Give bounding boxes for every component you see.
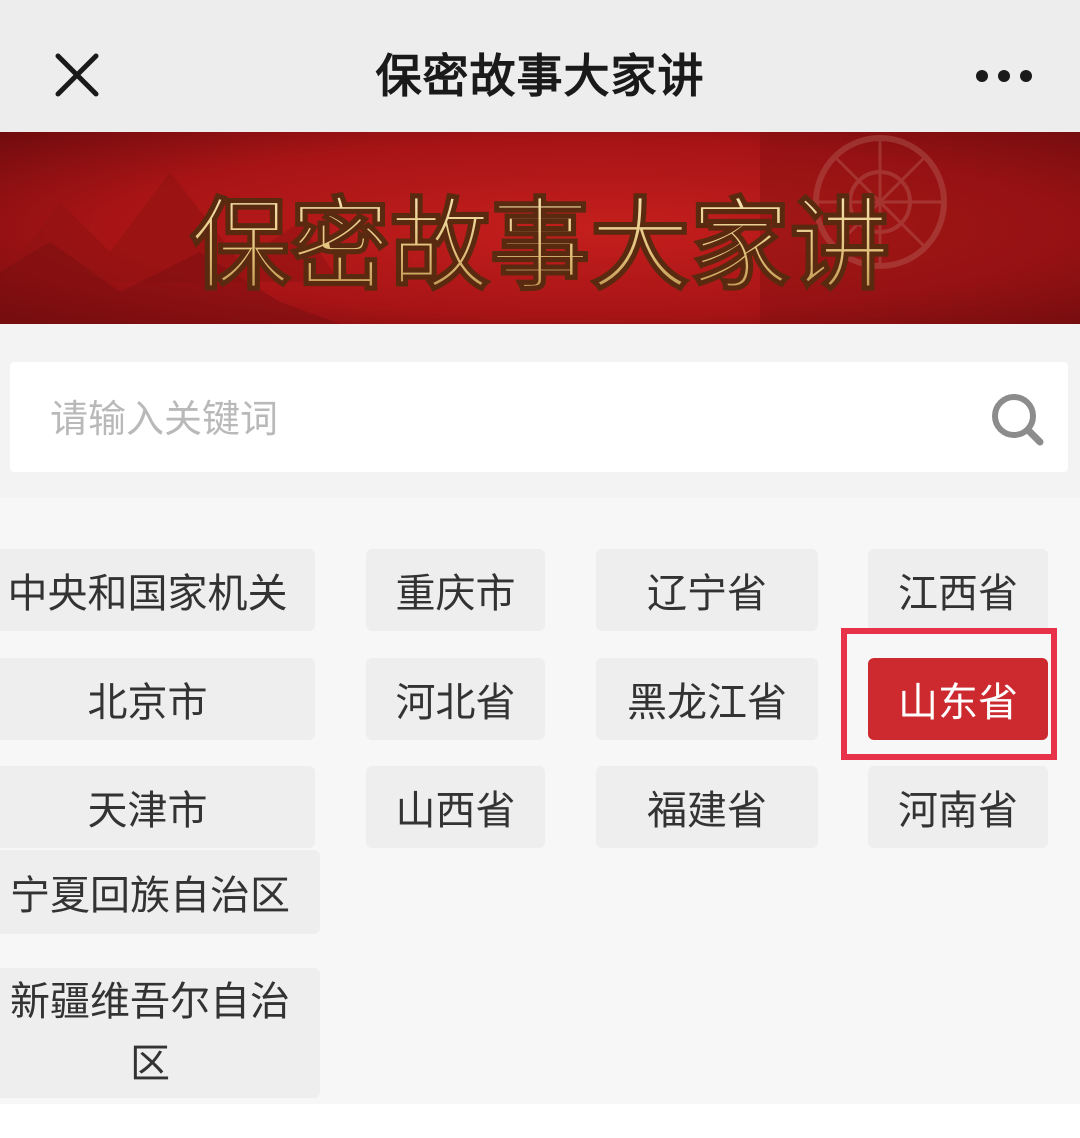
- search-icon[interactable]: [988, 390, 1048, 450]
- banner: 保密故事大家讲: [0, 132, 1080, 324]
- region-button-fujian[interactable]: 福建省: [596, 766, 818, 848]
- banner-image: 保密故事大家讲: [0, 132, 1080, 324]
- region-button-shanxi[interactable]: 山西省: [366, 766, 545, 848]
- search-box: [10, 362, 1068, 472]
- top-nav-bar: 保密故事大家讲: [0, 0, 1080, 132]
- region-button-xinjiang[interactable]: 新疆维吾尔自治区: [0, 968, 320, 1098]
- region-button-tianjin[interactable]: 天津市: [0, 766, 315, 848]
- region-button-beijing[interactable]: 北京市: [0, 658, 315, 740]
- region-button-henan[interactable]: 河南省: [868, 766, 1048, 848]
- region-button-chongqing[interactable]: 重庆市: [366, 549, 545, 631]
- region-button-liaoning[interactable]: 辽宁省: [596, 549, 818, 631]
- region-grid: 中央和国家机关 重庆市 辽宁省 江西省 北京市 河北省 黑龙江省 山东省 天津市…: [0, 498, 1080, 1104]
- search-area: [0, 324, 1080, 498]
- region-section: 中央和国家机关 重庆市 辽宁省 江西省 北京市 河北省 黑龙江省 山东省 天津市…: [0, 498, 1080, 1138]
- region-button-jiangxi[interactable]: 江西省: [868, 549, 1048, 631]
- region-button-ningxia[interactable]: 宁夏回族自治区: [0, 850, 320, 934]
- search-input[interactable]: [48, 388, 952, 450]
- region-button-central[interactable]: 中央和国家机关: [0, 549, 315, 631]
- bottom-strip: [0, 1104, 1080, 1138]
- region-button-heilongjiang[interactable]: 黑龙江省: [596, 658, 818, 740]
- more-dots-icon[interactable]: [972, 60, 1036, 92]
- banner-title-text: 保密故事大家讲: [190, 186, 890, 304]
- region-button-hebei[interactable]: 河北省: [366, 658, 545, 740]
- region-button-shandong-selected[interactable]: 山东省: [868, 658, 1048, 740]
- page-title: 保密故事大家讲: [375, 49, 705, 103]
